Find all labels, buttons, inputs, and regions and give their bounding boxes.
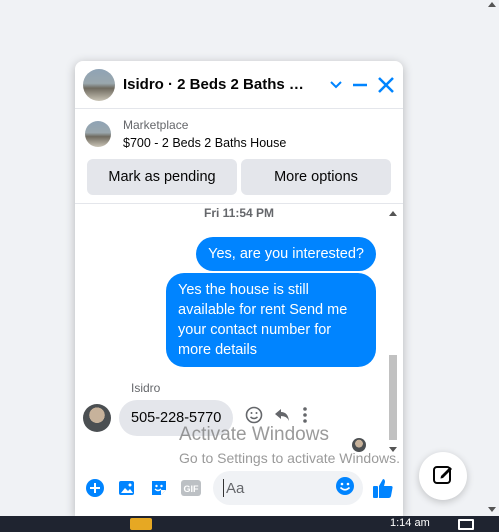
thumbs-up-icon[interactable]	[371, 476, 395, 500]
reply-icon[interactable]	[273, 406, 291, 429]
message-tools	[245, 406, 309, 429]
message-composer: GIF	[75, 460, 403, 516]
incoming-message[interactable]: 505-228-5770	[119, 400, 234, 436]
avatar[interactable]	[83, 404, 111, 432]
action-center-icon[interactable]	[458, 519, 474, 530]
marketplace-label: Marketplace	[123, 118, 189, 132]
marketplace-thumbnail	[85, 121, 111, 147]
scroll-up-arrow-icon[interactable]	[488, 2, 496, 7]
chat-title[interactable]: Isidro · 2 Beds 2 Baths Ho...	[123, 76, 311, 93]
outgoing-message[interactable]: Yes, are you interested?	[196, 237, 376, 271]
emoji-react-icon[interactable]	[245, 406, 263, 429]
page-scrollbar[interactable]	[485, 0, 499, 516]
message-input[interactable]	[223, 479, 335, 497]
minimize-icon[interactable]	[351, 76, 369, 94]
plus-circle-icon[interactable]	[83, 476, 107, 500]
chat-scroll-down-icon[interactable]	[389, 447, 397, 452]
emoji-icon[interactable]	[335, 476, 355, 501]
gif-icon[interactable]: GIF	[179, 476, 203, 500]
mark-as-pending-button[interactable]: Mark as pending	[87, 159, 237, 195]
message-input-box[interactable]	[213, 471, 363, 505]
compose-icon	[432, 463, 454, 490]
listing-actions: Mark as pending More options	[75, 153, 403, 204]
message-list: Fri 11:54 PM Yes, are you interested? Ye…	[75, 206, 403, 452]
seen-avatar-icon	[352, 438, 366, 452]
more-options-button[interactable]: More options	[241, 159, 391, 195]
close-icon[interactable]	[377, 76, 395, 94]
svg-text:GIF: GIF	[184, 484, 200, 494]
outgoing-message[interactable]: Yes the house is still available for ren…	[166, 273, 376, 367]
chat-scroll-up-icon[interactable]	[389, 211, 397, 216]
chat-header: Isidro · 2 Beds 2 Baths Ho...	[75, 61, 403, 109]
sticker-icon[interactable]	[147, 476, 171, 500]
chat-window: Isidro · 2 Beds 2 Baths Ho... Marketplac…	[75, 61, 403, 516]
taskbar-clock[interactable]: 1:14 am	[390, 517, 430, 529]
listing-thumbnail[interactable]	[83, 68, 115, 101]
chevron-down-icon[interactable]	[329, 80, 343, 90]
listing-title: $700 - 2 Beds 2 Baths House	[123, 136, 287, 150]
chat-scrollbar[interactable]	[387, 209, 399, 454]
message-timestamp: Fri 11:54 PM	[203, 206, 275, 220]
chat-scroll-thumb[interactable]	[389, 355, 397, 440]
new-message-button[interactable]	[419, 452, 467, 500]
more-vertical-icon[interactable]	[301, 406, 309, 429]
marketplace-listing[interactable]: Marketplace $700 - 2 Beds 2 Baths House	[75, 109, 403, 153]
taskbar-app-icon[interactable]	[130, 518, 152, 530]
photo-icon[interactable]	[115, 476, 139, 500]
taskbar: 1:14 am	[0, 516, 499, 532]
scroll-down-arrow-icon[interactable]	[488, 507, 496, 512]
sender-name: Isidro	[131, 381, 161, 395]
